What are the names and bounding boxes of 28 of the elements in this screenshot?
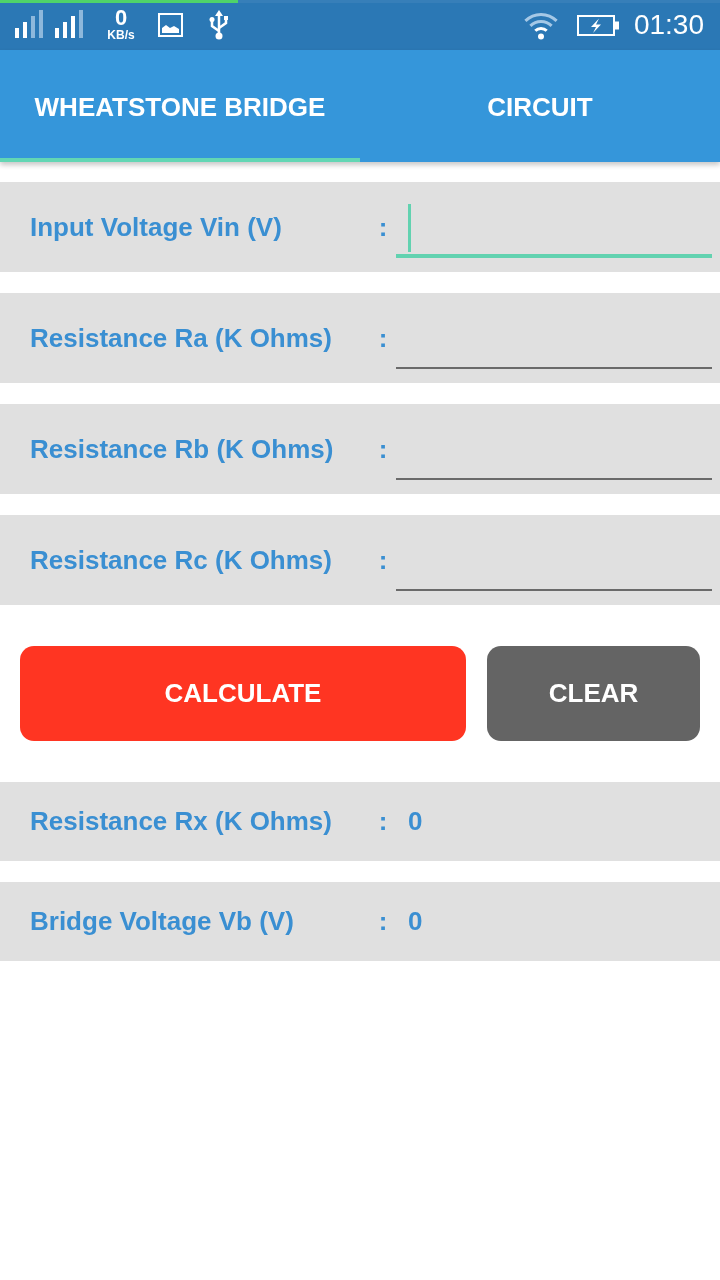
image-icon <box>158 13 183 37</box>
wifi-icon <box>522 10 559 40</box>
field-label: Resistance Ra (K Ohms) <box>30 322 333 354</box>
signal-icon <box>15 10 83 38</box>
result-value: 0 <box>408 906 423 937</box>
clear-button[interactable]: CLEAR <box>487 646 700 741</box>
network-speed-unit: KB/s <box>107 29 135 42</box>
calculate-button[interactable]: CALCULATE <box>20 646 466 741</box>
usb-icon <box>208 10 230 40</box>
clock-time: 01:30 <box>633 9 704 41</box>
colon-separator: : <box>377 806 389 837</box>
colon-separator: : <box>377 906 389 937</box>
network-speed-value: 0 <box>114 8 128 28</box>
result-label: Bridge Voltage Vb (V) <box>30 906 295 937</box>
text-cursor-icon <box>408 204 411 252</box>
field-label: Resistance Rb (K Ohms) <box>30 433 335 465</box>
battery-charging-icon <box>576 14 619 36</box>
input-field[interactable] <box>396 202 712 258</box>
field-label: Input Voltage Vin (V) <box>30 211 283 243</box>
result-value: 0 <box>408 806 423 837</box>
result-label: Resistance Rx (K Ohms) <box>30 806 333 837</box>
colon-separator: : <box>377 433 389 465</box>
colon-separator: : <box>377 211 389 243</box>
tab[interactable]: CIRCUIT <box>360 50 720 162</box>
field-label: Resistance Rc (K Ohms) <box>30 544 333 576</box>
tab[interactable]: WHEATSTONE BRIDGE <box>0 50 360 162</box>
colon-separator: : <box>377 544 389 576</box>
colon-separator: : <box>377 322 389 354</box>
